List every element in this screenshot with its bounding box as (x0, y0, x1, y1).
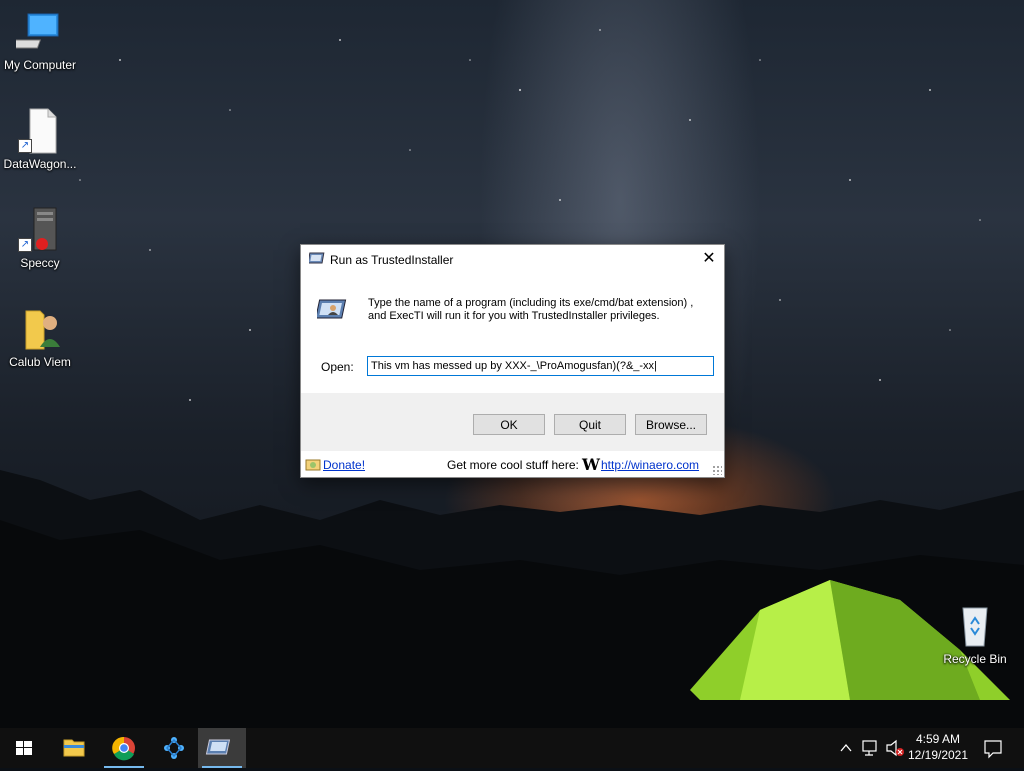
speccy-icon: ↗ (16, 206, 64, 254)
execti-icon (205, 739, 231, 755)
taskbar-file-explorer[interactable] (50, 728, 98, 768)
volume-button[interactable] (884, 728, 906, 768)
dialog-title: Run as TrustedInstaller (330, 253, 454, 267)
recycle-bin-icon (951, 602, 999, 650)
desktop-icon-label: Calub Viem (9, 355, 71, 369)
close-icon: ✕ (702, 250, 716, 267)
user-folder-icon (16, 305, 64, 353)
winaero-logo-icon: W (582, 455, 600, 474)
notification-icon (984, 740, 1002, 759)
desktop-icon-label: Recycle Bin (943, 652, 1007, 666)
donate-icon (305, 459, 321, 474)
taskbar-network-app[interactable] (150, 728, 198, 768)
execti-app-icon (307, 252, 325, 269)
network-status-button[interactable] (860, 728, 882, 768)
dialog-content: Type the name of a program (including it… (301, 275, 724, 393)
resize-grip-icon[interactable] (712, 465, 722, 475)
desktop-icon-label: DataWagon... (3, 157, 77, 171)
taskbar-execti[interactable] (198, 728, 246, 768)
desktop-icon-my-computer[interactable]: My Computer (0, 8, 80, 72)
show-hidden-icons-button[interactable] (836, 728, 856, 768)
file-explorer-icon (63, 739, 85, 757)
computer-icon (6, 8, 64, 56)
promo-text: Get more cool stuff here: (447, 458, 579, 472)
taskbar-clock[interactable]: 4:59 AM 12/19/2021 (904, 731, 972, 763)
execti-large-icon (315, 298, 349, 327)
action-center-button[interactable] (978, 728, 1008, 768)
desktop-icon-calub-viem[interactable]: Calub Viem (0, 305, 80, 369)
dialog-titlebar[interactable]: Run as TrustedInstaller ✕ (301, 245, 724, 275)
volume-muted-icon (886, 739, 904, 757)
ok-button[interactable]: OK (473, 414, 545, 435)
desktop-icon-label: Speccy (20, 256, 60, 270)
shortcut-arrow-icon: ↗ (18, 238, 32, 252)
quit-button[interactable]: Quit (554, 414, 626, 435)
run-as-trustedinstaller-dialog: Run as TrustedInstaller ✕ Type the name … (300, 244, 725, 478)
chrome-icon (112, 736, 135, 761)
dialog-footer: Donate! Get more cool stuff here: W http… (301, 451, 724, 477)
donate-link[interactable]: Donate! (323, 458, 365, 472)
clock-date: 12/19/2021 (907, 748, 969, 762)
taskbar: 4:59 AM 12/19/2021 (0, 728, 1024, 768)
desktop-icon-recycle-bin[interactable]: Recycle Bin (935, 602, 1015, 666)
clock-time: 4:59 AM (915, 732, 961, 746)
start-button[interactable] (0, 728, 48, 768)
open-command-input[interactable]: This vm has messed up by XXX-_\ProAmogus… (367, 356, 714, 376)
taskbar-chrome[interactable] (100, 728, 148, 768)
network-disconnected-icon (862, 740, 877, 756)
start-icon (16, 741, 32, 755)
desktop-icon-speccy[interactable]: ↗ Speccy (0, 206, 80, 270)
open-label: Open: (321, 360, 354, 374)
desktop-icon-datawagon[interactable]: ↗ DataWagon... (0, 107, 80, 171)
winaero-link[interactable]: http://winaero.com (601, 458, 699, 472)
browse-button[interactable]: Browse... (635, 414, 707, 435)
desktop-icon-label: My Computer (3, 58, 77, 72)
close-button[interactable]: ✕ (694, 245, 724, 275)
network-app-icon (164, 737, 184, 759)
shortcut-arrow-icon: ↗ (18, 139, 32, 153)
chevron-up-icon (840, 743, 852, 752)
file-shortcut-icon: ↗ (16, 107, 64, 155)
dialog-description: Type the name of a program (including it… (368, 297, 694, 322)
dialog-button-area: OK Quit Browse... (301, 393, 724, 451)
